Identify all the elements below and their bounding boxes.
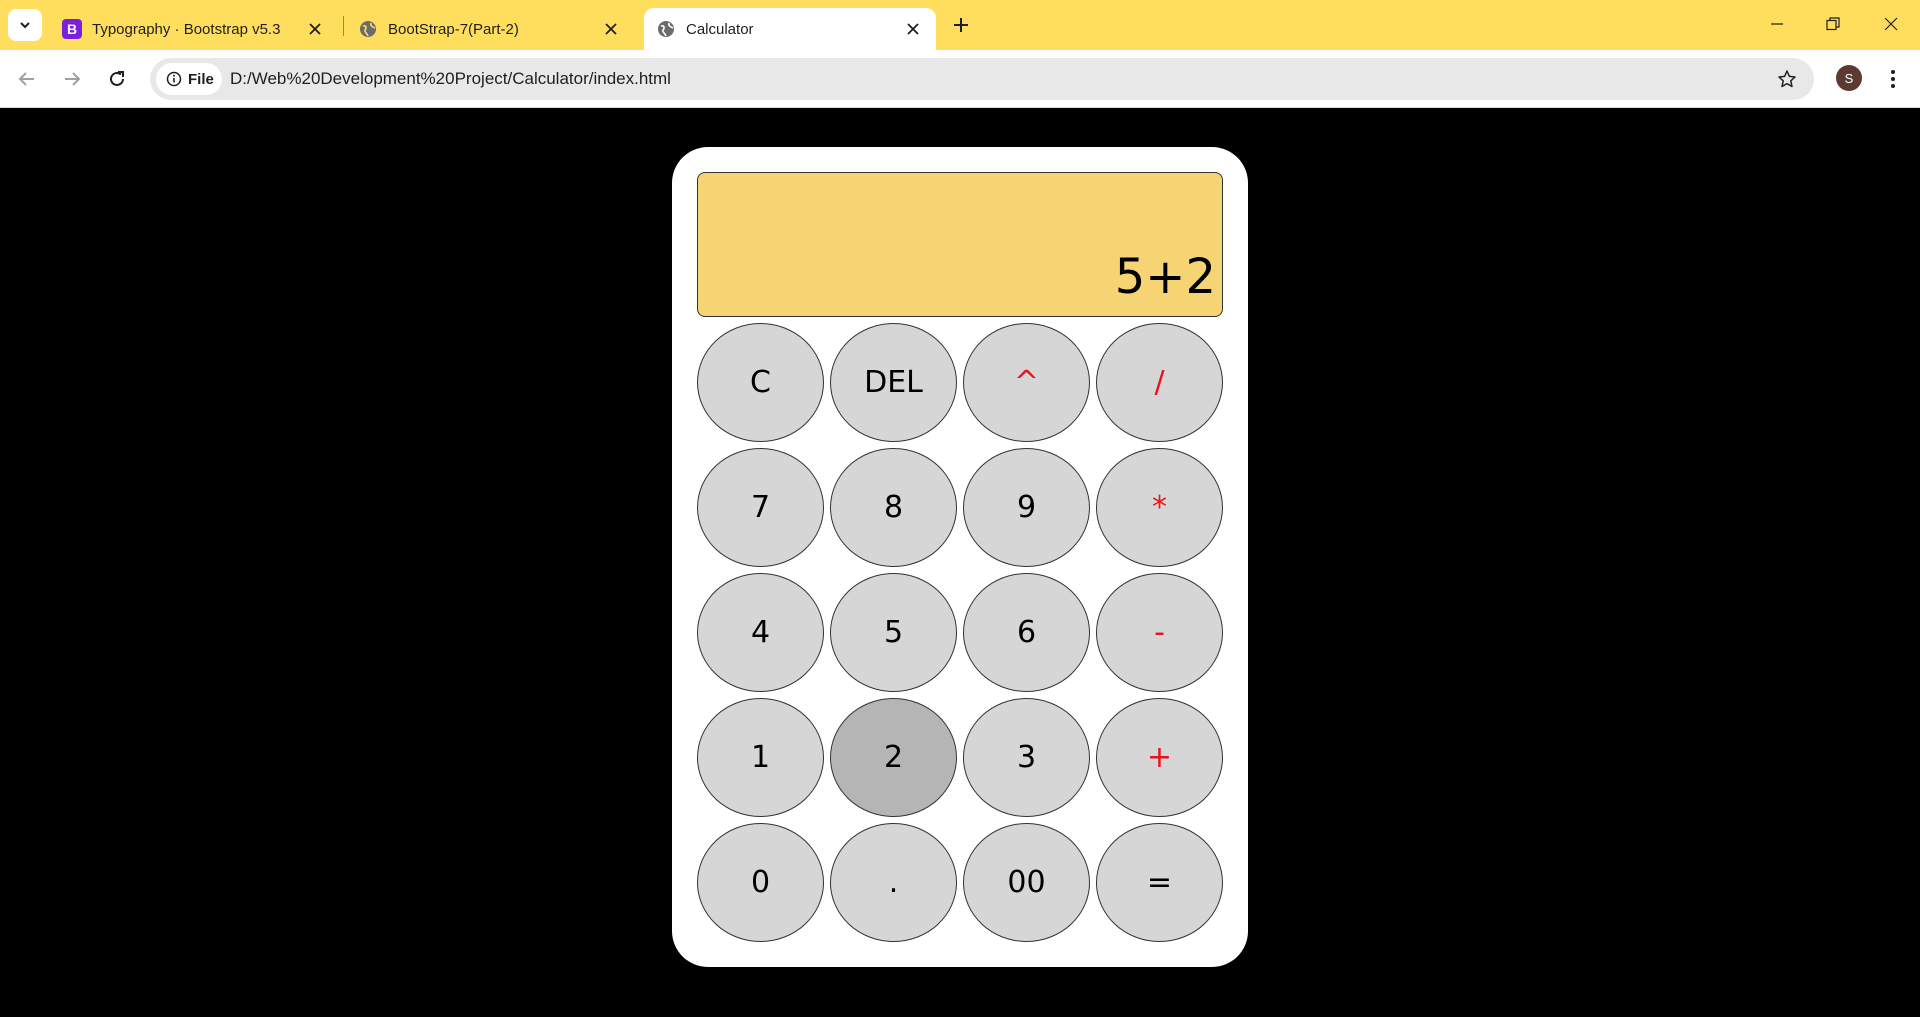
plus-icon [954, 18, 968, 32]
digit-3-button[interactable]: 3 [963, 698, 1090, 817]
info-icon [166, 71, 182, 87]
double-zero-button[interactable]: 00 [963, 823, 1090, 942]
chevron-down-icon [20, 22, 30, 29]
tab-bootstrap-7[interactable]: BootStrap-7(Part-2) [346, 8, 634, 50]
back-button[interactable] [10, 62, 44, 96]
delete-button[interactable]: DEL [830, 323, 957, 442]
site-info-label: File [188, 70, 214, 88]
digit-9-button[interactable]: 9 [963, 448, 1090, 567]
subtract-button[interactable]: - [1096, 573, 1223, 692]
minimize-icon [1771, 23, 1783, 25]
reload-button[interactable] [100, 62, 134, 96]
close-icon [1884, 17, 1898, 31]
tab-title: Typography · Bootstrap v5.3 [92, 20, 281, 38]
svg-text:B: B [67, 21, 77, 37]
close-tab-icon[interactable] [902, 18, 924, 40]
bookmark-button[interactable] [1776, 68, 1798, 90]
forward-button[interactable] [55, 62, 89, 96]
digit-6-button[interactable]: 6 [963, 573, 1090, 692]
close-tab-icon[interactable] [600, 18, 622, 40]
calculator-display: 5+2 [697, 172, 1223, 317]
tab-title: BootStrap-7(Part-2) [388, 20, 519, 38]
tab-title: Calculator [686, 20, 754, 38]
decimal-button[interactable]: . [830, 823, 957, 942]
globe-icon [358, 19, 378, 39]
tab-calculator[interactable]: Calculator [644, 8, 936, 50]
restore-button[interactable] [1808, 6, 1858, 42]
url-text[interactable]: D:/Web%20Development%20Project/Calculato… [230, 58, 671, 100]
power-button[interactable]: ^ [963, 323, 1090, 442]
calculator: 5+2 C DEL ^/ 7 8 9 * 4 5 6- 1 2 3 +0. 00 = [672, 147, 1248, 967]
arrow-left-icon [18, 72, 34, 86]
new-tab-button[interactable] [948, 12, 974, 38]
page-viewport: 5+2 C DEL ^/ 7 8 9 * 4 5 6- 1 2 3 +0. 00 = [0, 109, 1920, 1017]
profile-avatar[interactable]: S [1836, 65, 1862, 91]
digit-1-button[interactable]: 1 [697, 698, 824, 817]
tab-typography[interactable]: B Typography · Bootstrap v5.3 [50, 8, 338, 50]
minimize-button[interactable] [1752, 6, 1802, 42]
digit-2-button[interactable]: 2 [830, 698, 957, 817]
reload-icon [110, 71, 124, 86]
close-tab-icon[interactable] [304, 18, 326, 40]
close-window-button[interactable] [1866, 6, 1916, 42]
tab-search-button[interactable] [8, 9, 42, 41]
digit-4-button[interactable]: 4 [697, 573, 824, 692]
digit-8-button[interactable]: 8 [830, 448, 957, 567]
digit-7-button[interactable]: 7 [697, 448, 824, 567]
browser-menu-button[interactable] [1878, 62, 1908, 96]
clear-button[interactable]: C [697, 323, 824, 442]
equals-button[interactable]: = [1096, 823, 1223, 942]
arrow-right-icon [65, 72, 81, 86]
digit-0-button[interactable]: 0 [697, 823, 824, 942]
address-bar[interactable]: File D:/Web%20Development%20Project/Calc… [150, 58, 1814, 100]
multiply-button[interactable]: * [1096, 448, 1223, 567]
bootstrap-icon: B [62, 19, 82, 39]
tab-divider [343, 16, 344, 36]
browser-toolbar: File D:/Web%20Development%20Project/Calc… [0, 50, 1920, 108]
restore-icon [1826, 17, 1840, 31]
more-vert-icon [1891, 70, 1895, 88]
tab-strip: B Typography · Bootstrap v5.3 BootStrap-… [0, 0, 1920, 50]
add-button[interactable]: + [1096, 698, 1223, 817]
globe-icon [656, 19, 676, 39]
star-icon [1778, 70, 1796, 88]
divide-button[interactable]: / [1096, 323, 1223, 442]
site-info-chip[interactable]: File [156, 63, 222, 95]
digit-5-button[interactable]: 5 [830, 573, 957, 692]
